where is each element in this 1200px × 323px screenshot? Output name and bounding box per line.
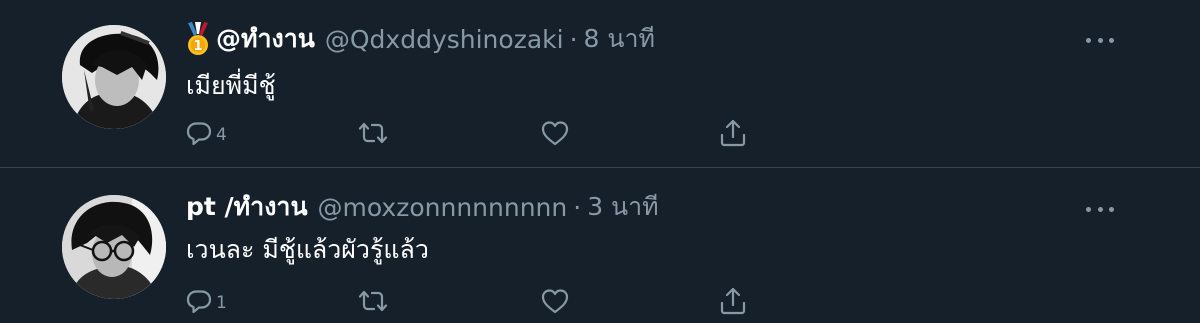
separator-dot: · <box>569 24 578 54</box>
like-icon <box>541 289 569 314</box>
retweet-button[interactable] <box>358 284 388 318</box>
share-icon <box>720 287 746 315</box>
like-button[interactable] <box>540 284 570 318</box>
reply-icon <box>186 122 212 146</box>
timestamp[interactable]: 8 นาที <box>584 19 655 59</box>
reply-count: 4 <box>216 125 227 145</box>
timeline-feed: 1 @ทำงาน @Qdxddyshinozaki · 8 นาที เมียพ… <box>0 0 1200 323</box>
retweet-button[interactable] <box>358 116 388 150</box>
display-name[interactable]: @ทำงาน <box>216 19 315 59</box>
avatar[interactable] <box>62 25 166 129</box>
share-button[interactable] <box>718 116 748 150</box>
retweet-icon <box>358 290 388 312</box>
reply-button[interactable]: 4 <box>184 116 227 150</box>
timestamp[interactable]: 3 นาที <box>587 187 658 227</box>
more-icon[interactable] <box>1086 33 1114 47</box>
action-bar: 4 <box>184 116 784 150</box>
medal-icon: 1 <box>188 22 208 55</box>
reply-icon <box>186 290 212 314</box>
tweet-text: เวนละ มีชู้แล้วผัวรู้แล้ว <box>186 235 429 264</box>
tweet[interactable]: 1 @ทำงาน @Qdxddyshinozaki · 8 นาที เมียพ… <box>0 0 1200 168</box>
svg-text:1: 1 <box>193 39 202 54</box>
avatar[interactable] <box>62 195 166 299</box>
share-icon <box>720 119 746 147</box>
reply-button[interactable]: 1 <box>184 284 227 318</box>
user-handle[interactable]: @Qdxddyshinozaki <box>325 25 564 54</box>
separator-dot: · <box>573 192 582 222</box>
tweet-header: pt /ทำงาน @moxzonnnnnnnnn · 3 นาที <box>186 190 659 224</box>
retweet-icon <box>358 122 388 144</box>
avatar-image <box>62 25 166 129</box>
avatar-image <box>62 195 166 299</box>
tweet-text: เมียพี่มีชู้ <box>186 71 276 100</box>
user-handle[interactable]: @moxzonnnnnnnnn <box>318 193 568 222</box>
reply-count: 1 <box>216 293 227 313</box>
tweet[interactable]: pt /ทำงาน @moxzonnnnnnnnn · 3 นาที เวนละ… <box>0 168 1200 323</box>
share-button[interactable] <box>718 284 748 318</box>
like-icon <box>541 121 569 146</box>
display-name[interactable]: pt /ทำงาน <box>186 187 308 227</box>
more-icon[interactable] <box>1086 202 1114 216</box>
action-bar: 1 <box>184 284 784 318</box>
like-button[interactable] <box>540 116 570 150</box>
tweet-header: 1 @ทำงาน @Qdxddyshinozaki · 8 นาที <box>186 22 655 56</box>
